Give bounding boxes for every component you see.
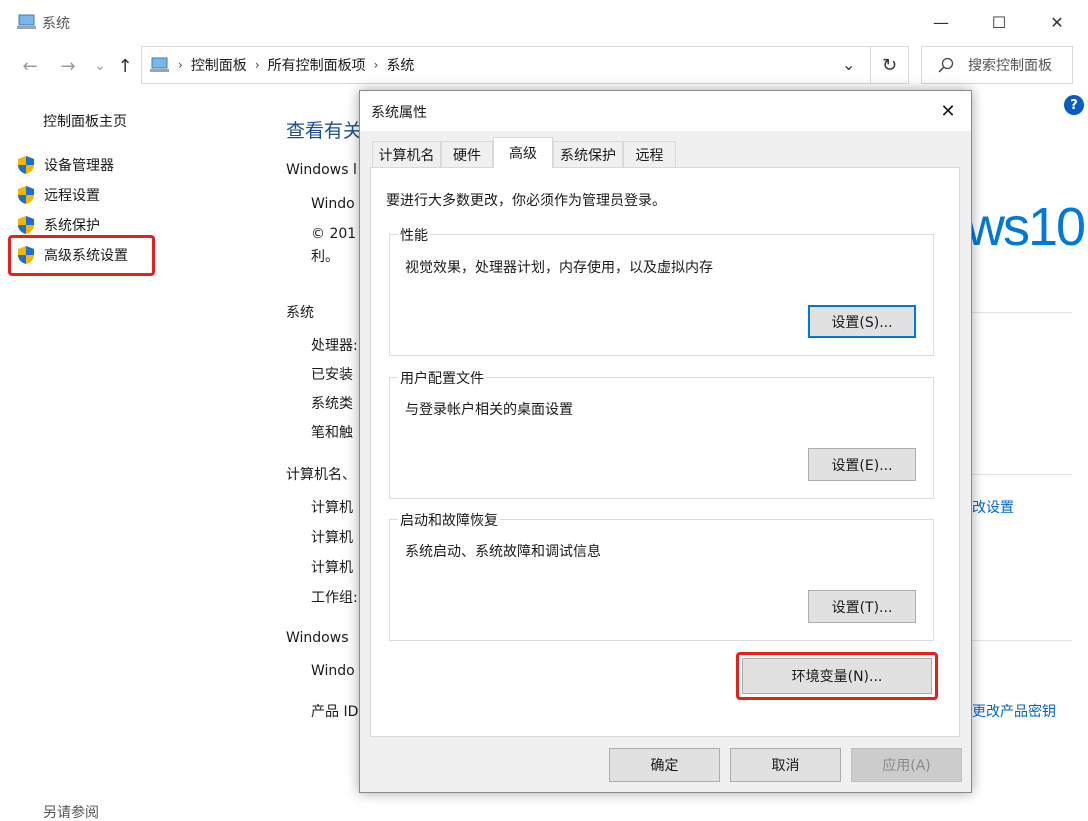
breadcrumb-separator: › — [373, 58, 379, 72]
change-settings-link[interactable]: 改设置 — [972, 497, 1014, 517]
sidebar-item-remote-settings[interactable]: 远程设置 — [16, 183, 100, 207]
user-profiles-description: 与登录帐户相关的桌面设置 — [405, 402, 573, 418]
close-button[interactable]: ✕ — [1028, 0, 1086, 44]
pen-touch-label: 笔和触 — [311, 425, 353, 441]
sidebar-item-system-protection[interactable]: 系统保护 — [16, 213, 100, 237]
processor-label: 处理器: — [311, 338, 358, 354]
system-section-heading: 系统 — [286, 305, 314, 321]
sidebar-item-label: 设备管理器 — [44, 158, 114, 174]
minimize-button[interactable]: — — [912, 0, 970, 44]
section-divider — [972, 640, 1072, 641]
computer-description-label: 计算机 — [311, 560, 353, 576]
admin-note: 要进行大多数更改，你必须作为管理员登录。 — [386, 193, 666, 209]
forward-button[interactable]: → — [56, 52, 80, 80]
shield-icon — [16, 185, 36, 205]
window-icon — [17, 13, 37, 31]
copyright-text: © 201 — [311, 226, 357, 242]
cancel-button[interactable]: 取消 — [730, 748, 841, 782]
sidebar-item-label: 高级系统设置 — [44, 248, 128, 264]
computer-icon — [150, 57, 170, 73]
startup-recovery-group-label: 启动和故障恢复 — [398, 510, 500, 530]
tab-advanced[interactable]: 高级 — [493, 137, 553, 168]
system-type-label: 系统类 — [311, 396, 353, 412]
page-title: 查看有关 — [286, 120, 363, 142]
user-profiles-settings-button[interactable]: 设置(E)... — [808, 448, 916, 481]
performance-settings-button[interactable]: 设置(S)... — [808, 305, 916, 338]
help-icon[interactable]: ? — [1064, 95, 1084, 115]
sidebar-item-advanced-system-settings[interactable]: 高级系统设置 — [16, 243, 128, 267]
ok-button[interactable]: 确定 — [609, 748, 720, 782]
section-divider — [972, 312, 1072, 313]
search-icon — [938, 57, 954, 73]
computer-name-heading: 计算机名、 — [286, 467, 356, 483]
activation-status: Windo — [311, 663, 355, 679]
dialog-close-button[interactable]: ✕ — [925, 91, 971, 131]
tab-computer-name[interactable]: 计算机名 — [372, 141, 441, 167]
address-dropdown-icon[interactable]: ⌄ — [842, 55, 855, 74]
shield-icon — [16, 155, 36, 175]
see-also-heading: 另请参阅 — [43, 805, 99, 821]
up-button[interactable]: ↑ — [113, 52, 137, 80]
breadcrumb-system[interactable]: 系统 — [386, 55, 414, 75]
control-panel-home-link[interactable]: 控制面板主页 — [43, 111, 127, 131]
installed-memory-label: 已安装 — [311, 367, 353, 383]
product-id-label: 产品 ID — [311, 704, 359, 720]
system-properties-dialog: 系统属性 ✕ 计算机名 硬件 高级 系统保护 远程 要进行大多数更改，你必须作为… — [359, 90, 972, 793]
windows-10-logo: ws10 — [966, 197, 1086, 257]
computer-name-label: 计算机 — [311, 500, 353, 516]
workgroup-label: 工作组: — [311, 590, 358, 606]
search-input[interactable]: 搜索控制面板 — [921, 46, 1073, 84]
activation-heading: Windows — [286, 630, 349, 646]
breadcrumb-control-panel[interactable]: 控制面板 — [191, 55, 247, 75]
breadcrumb-separator: › — [254, 58, 260, 72]
performance-description: 视觉效果，处理器计划，内存使用，以及虚拟内存 — [405, 260, 713, 276]
window-title: 系统 — [42, 16, 70, 32]
sidebar-item-label: 系统保护 — [44, 218, 100, 234]
performance-group-label: 性能 — [398, 225, 430, 245]
full-computer-name-label: 计算机 — [311, 530, 353, 546]
sidebar-item-label: 远程设置 — [44, 188, 100, 204]
tab-system-protection[interactable]: 系统保护 — [553, 141, 623, 167]
windows-edition-value: Windo — [311, 196, 355, 212]
startup-recovery-description: 系统启动、系统故障和调试信息 — [405, 544, 601, 560]
change-product-key-link[interactable]: 更改产品密钥 — [972, 701, 1056, 721]
dialog-title: 系统属性 — [371, 105, 427, 121]
sidebar-item-device-manager[interactable]: 设备管理器 — [16, 153, 114, 177]
breadcrumb-all-items[interactable]: 所有控制面板项 — [268, 55, 366, 75]
search-placeholder: 搜索控制面板 — [968, 58, 1052, 74]
back-button[interactable]: ← — [18, 52, 42, 80]
copyright-suffix: 利。 — [311, 249, 339, 265]
environment-variables-button[interactable]: 环境变量(N)... — [742, 658, 932, 694]
shield-icon — [16, 215, 36, 235]
tab-remote[interactable]: 远程 — [623, 141, 676, 167]
address-bar[interactable]: › 控制面板 › 所有控制面板项 › 系统 ⌄ — [141, 46, 871, 84]
section-divider — [972, 474, 1072, 475]
windows-edition-heading: Windows l — [286, 162, 357, 178]
user-profiles-group-label: 用户配置文件 — [398, 368, 486, 388]
maximize-button[interactable]: ☐ — [970, 0, 1028, 44]
dialog-title-bar — [360, 91, 971, 131]
shield-icon — [16, 245, 36, 265]
startup-recovery-settings-button[interactable]: 设置(T)... — [808, 590, 916, 623]
tab-hardware[interactable]: 硬件 — [441, 141, 493, 167]
apply-button[interactable]: 应用(A) — [851, 748, 962, 782]
refresh-button[interactable]: ↻ — [871, 46, 909, 84]
recent-locations-button[interactable]: ⌄ — [88, 52, 112, 80]
breadcrumb-separator: › — [178, 58, 183, 72]
